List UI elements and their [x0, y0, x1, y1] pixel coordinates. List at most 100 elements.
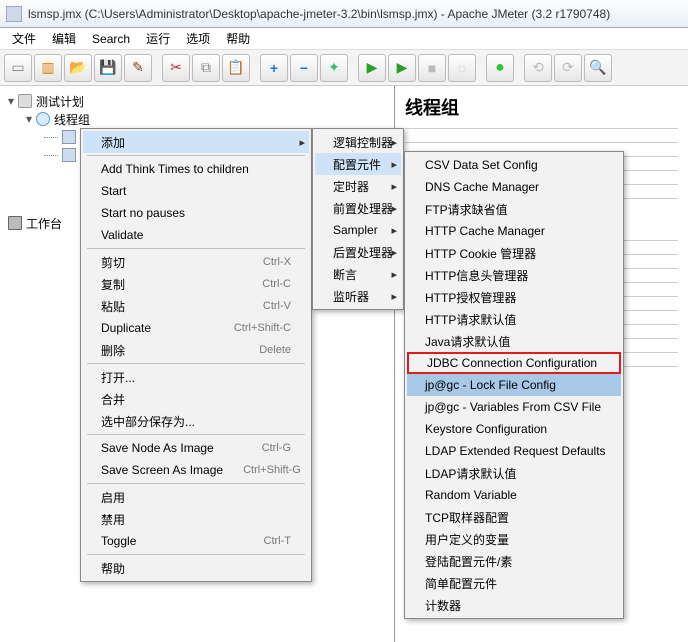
menu-item-label: Duplicate [101, 321, 214, 335]
toolbar-edit-button[interactable]: ✎ [124, 54, 152, 82]
toolbar-templates-button[interactable]: ▥ [34, 54, 62, 82]
node-icon [62, 130, 76, 144]
toggle-icon: ✦ [328, 59, 340, 76]
menu-item[interactable]: DuplicateCtrl+Shift-C [83, 317, 309, 339]
menu-item[interactable]: 粘贴Ctrl-V [83, 295, 309, 317]
menu-item-shortcut: Ctrl-G [262, 442, 291, 454]
menu-item[interactable]: 登陆配置元件/素 [407, 550, 621, 572]
menu-item[interactable]: Java请求默认值 [407, 330, 621, 352]
toolbar-start-no-pause-button[interactable]: ▶ [388, 54, 416, 82]
menu-item[interactable]: ToggleCtrl-T [83, 530, 309, 552]
menu-item[interactable]: Save Node As ImageCtrl-G [83, 437, 309, 459]
menu-item[interactable]: HTTP信息头管理器 [407, 264, 621, 286]
menu-item[interactable]: 打开... [83, 366, 309, 388]
menu-item[interactable]: Start [83, 180, 309, 202]
menu-帮助[interactable]: 帮助 [218, 28, 258, 49]
menu-item[interactable]: HTTP Cache Manager [407, 220, 621, 242]
menu-item[interactable]: HTTP Cookie 管理器 [407, 242, 621, 264]
toolbar-clear-all-button[interactable]: ⟳ [554, 54, 582, 82]
menu-item-label: 简单配置元件 [425, 575, 603, 592]
menu-item[interactable]: 简单配置元件 [407, 572, 621, 594]
menu-item[interactable]: 帮助 [83, 557, 309, 579]
menu-item[interactable]: 禁用 [83, 508, 309, 530]
toolbar-toggle-button[interactable]: ✦ [320, 54, 348, 82]
toolbar-open-button[interactable]: 📂 [64, 54, 92, 82]
collapse-icon[interactable]: ▾ [8, 94, 14, 108]
context-menu: 添加 Add Think Times to childrenStartStart … [80, 128, 312, 582]
menu-item[interactable]: jp@gc - Lock File Config [407, 374, 621, 396]
toolbar-stop-button[interactable]: ■ [418, 54, 446, 82]
toolbar-search-button[interactable]: 🔍 [584, 54, 612, 82]
remote-start-icon: ● [495, 59, 505, 77]
menu-item[interactable]: 前置处理器 [315, 197, 401, 219]
menu-item-shortcut: Ctrl-C [262, 278, 291, 290]
toolbar-cut-button[interactable]: ✂ [162, 54, 190, 82]
menu-item[interactable]: 合并 [83, 388, 309, 410]
menu-item-label: Sampler [333, 223, 383, 237]
toolbar-paste-button[interactable]: 📋 [222, 54, 250, 82]
menu-item[interactable]: 断言 [315, 263, 401, 285]
menu-item[interactable]: TCP取样器配置 [407, 506, 621, 528]
menu-item[interactable]: CSV Data Set Config [407, 154, 621, 176]
collapse-icon[interactable]: ▾ [26, 112, 32, 126]
menu-item[interactable]: 用户定义的变量 [407, 528, 621, 550]
toolbar-copy-button[interactable]: ⧉ [192, 54, 220, 82]
menu-item[interactable]: LDAP Extended Request Defaults [407, 440, 621, 462]
menu-item[interactable]: 复制Ctrl-C [83, 273, 309, 295]
toolbar-clear-button[interactable]: ⟲ [524, 54, 552, 82]
menu-item[interactable]: Add Think Times to children [83, 158, 309, 180]
menu-search[interactable]: Search [84, 30, 138, 48]
menu-item[interactable]: HTTP授权管理器 [407, 286, 621, 308]
menu-编辑[interactable]: 编辑 [44, 28, 84, 49]
menu-item[interactable]: jp@gc - Variables From CSV File [407, 396, 621, 418]
toolbar-expand-button[interactable]: + [260, 54, 288, 82]
menu-item[interactable]: 选中部分保存为... [83, 410, 309, 432]
toolbar-shutdown-button[interactable]: ◌ [448, 54, 476, 82]
menu-item[interactable]: Random Variable [407, 484, 621, 506]
toolbar-save-button[interactable]: 💾 [94, 54, 122, 82]
menu-item[interactable]: 定时器 [315, 175, 401, 197]
menu-item-label: Java请求默认值 [425, 333, 603, 350]
menu-item[interactable]: 后置处理器 [315, 241, 401, 263]
tree-child[interactable]: ▾ 线程组 [26, 110, 390, 128]
menu-item[interactable]: 添加 [83, 131, 309, 153]
toolbar-start-button[interactable]: ▶ [358, 54, 386, 82]
menu-运行[interactable]: 运行 [138, 28, 178, 49]
menu-item[interactable]: 配置元件 [315, 153, 401, 175]
toolbar-collapse-button[interactable]: − [290, 54, 318, 82]
shutdown-icon: ◌ [458, 60, 466, 76]
menu-item[interactable]: 逻辑控制器 [315, 131, 401, 153]
tree-root[interactable]: ▾ 测试计划 [8, 92, 390, 110]
submenu-config-element: CSV Data Set Config DNS Cache Manager FTP请… [404, 151, 624, 619]
menu-item[interactable]: 计数器 [407, 594, 621, 616]
menu-item[interactable]: HTTP请求默认值 [407, 308, 621, 330]
menu-item-label: DNS Cache Manager [425, 180, 603, 194]
menu-文件[interactable]: 文件 [4, 28, 44, 49]
menu-item-label: 剪切 [101, 254, 243, 271]
menu-item-label: CSV Data Set Config [425, 158, 603, 172]
cut-icon: ✂ [170, 59, 182, 76]
search-icon: 🔍 [589, 59, 606, 76]
menu-选项[interactable]: 选项 [178, 28, 218, 49]
menu-item-label: 打开... [101, 369, 291, 386]
menu-item-label: 添加 [101, 134, 291, 151]
menu-item[interactable]: JDBC Connection Configuration [407, 352, 621, 374]
menu-item[interactable]: DNS Cache Manager [407, 176, 621, 198]
menu-item[interactable]: Validate [83, 224, 309, 246]
menu-item[interactable]: Sampler [315, 219, 401, 241]
menu-item-label: 断言 [333, 266, 383, 283]
toolbar-remote-start-button[interactable]: ● [486, 54, 514, 82]
toolbar-new-button[interactable]: ▭ [4, 54, 32, 82]
menu-item[interactable]: FTP请求缺省值 [407, 198, 621, 220]
menu-item[interactable]: 剪切Ctrl-X [83, 251, 309, 273]
menubar: 文件编辑Search运行选项帮助 [0, 28, 688, 50]
menu-item[interactable]: 监听器 [315, 285, 401, 307]
menu-item[interactable]: 删除Delete [83, 339, 309, 361]
menu-item-label: 后置处理器 [333, 244, 393, 261]
menu-item[interactable]: LDAP请求默认值 [407, 462, 621, 484]
menu-item[interactable]: Keystore Configuration [407, 418, 621, 440]
expand-icon: + [270, 60, 278, 76]
menu-item[interactable]: 启用 [83, 486, 309, 508]
menu-item[interactable]: Save Screen As ImageCtrl+Shift-G [83, 459, 309, 481]
menu-item[interactable]: Start no pauses [83, 202, 309, 224]
